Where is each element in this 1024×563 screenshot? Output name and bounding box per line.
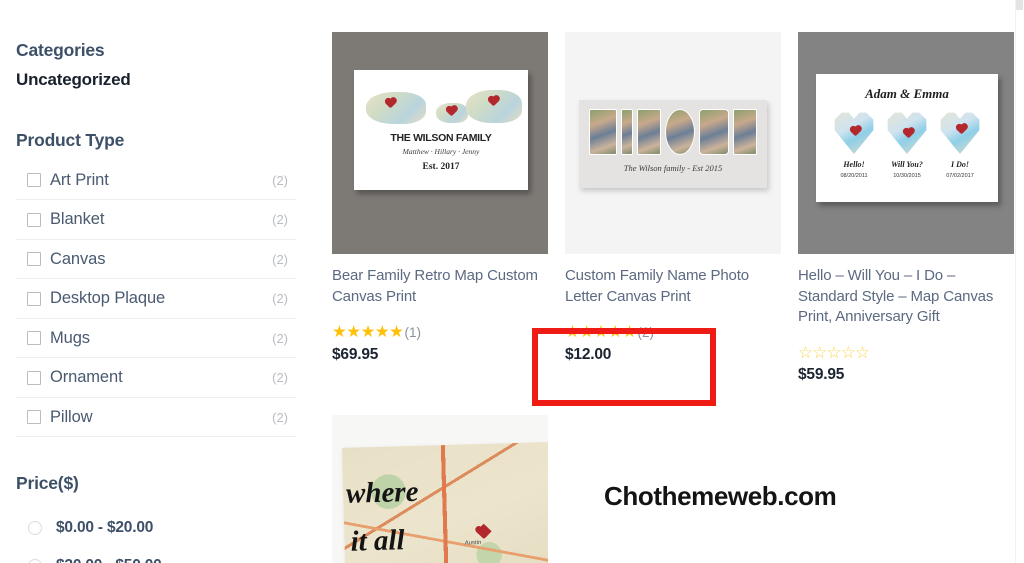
art-map-line2: it all [350,524,405,558]
price-heading: Price($) [16,473,79,494]
product-image-where-it-all-began[interactable]: Austin where it all [332,415,548,563]
art-heart1-date: 08/20/2011 [840,173,868,179]
filter-count-mugs: (2) [272,330,288,346]
filter-count-ornament: (2) [272,370,288,385]
art-line2-bear: Matthew · Hillary · Jenny [402,147,480,156]
filter-label-pillow: Pillow [50,407,93,426]
product-rating-photo-letter[interactable]: ★★★★★ (2) [565,324,781,341]
filter-label-art-print: Art Print [50,170,109,189]
filter-row-mugs[interactable]: Mugs (2) [16,319,296,359]
art-line3-bear: Est. 2017 [422,162,460,172]
product-type-filter-list: Art Print (2) Blanket (2) Canvas (2) Des… [16,161,296,438]
filter-count-art-print: (2) [272,172,288,188]
art-heart1-label: Hello! [843,160,865,169]
checkbox-desktop-plaque[interactable] [27,291,41,306]
product-card-photo-letter[interactable]: The Wilson family - Est 2015 Custom Fami… [565,32,781,384]
checkbox-art-print[interactable] [27,173,41,187]
filter-row-pillow[interactable]: Pillow (2) [16,398,296,438]
page-scrollbar[interactable] [1015,0,1024,563]
star-rating-icon: ☆☆☆☆☆ [798,343,870,362]
filter-label-mugs: Mugs [50,328,90,347]
art-caption-photo-letter: The Wilson family - Est 2015 [623,163,723,173]
checkbox-canvas[interactable] [27,252,41,266]
filter-label-blanket: Blanket [50,210,105,228]
product-row-1: THE WILSON FAMILY Matthew · Hillary · Je… [332,32,1014,384]
site-watermark: Chothemeweb.com [604,481,837,511]
rating-count-bear-family: (1) [404,325,421,340]
checkbox-blanket[interactable] [27,212,41,227]
filter-label-canvas: Canvas [50,249,106,268]
product-price-bear-family: $69.95 [332,345,379,363]
filter-row-art-print[interactable]: Art Print (2) [16,161,296,201]
product-image-photo-letter[interactable]: The Wilson family - Est 2015 [565,32,781,254]
filter-count-canvas: (2) [272,251,288,267]
product-rating-bear-family[interactable]: ★★★★★ (1) [332,324,548,341]
rating-count-photo-letter: (2) [637,325,654,340]
radio-price-0-20[interactable] [28,521,42,536]
filter-count-pillow: (2) [272,409,288,425]
product-image-hello-will-you-i-do[interactable]: Adam & Emma Hello! 08/20/2011 Will You? … [798,32,1014,254]
price-row-20-50[interactable]: $20.00 - $50.00 [16,547,296,563]
art-heart3-date: 07/02/2017 [946,173,974,179]
price-filter-list: $0.00 - $20.00 $20.00 - $50.00 [16,509,296,563]
filter-count-blanket: (2) [272,212,288,227]
art-heart3-label: I Do! [950,160,969,169]
radio-price-20-50[interactable] [28,559,42,563]
shop-archive-page: Categories Uncategorized Product Type Ar… [0,0,1024,563]
product-price-hello-will-you-i-do: $59.95 [798,366,845,383]
star-rating-icon: ★★★★★ [565,323,637,341]
art-map-line1: where [345,475,419,510]
filter-row-ornament[interactable]: Ornament (2) [16,358,296,398]
product-card-bear-family[interactable]: THE WILSON FAMILY Matthew · Hillary · Je… [332,32,548,384]
checkbox-pillow[interactable] [27,410,41,424]
filter-label-ornament: Ornament [50,368,123,386]
product-type-heading: Product Type [16,129,125,150]
filter-row-blanket[interactable]: Blanket (2) [16,200,296,240]
product-image-bear-family[interactable]: THE WILSON FAMILY Matthew · Hillary · Je… [332,32,548,254]
price-row-0-20[interactable]: $0.00 - $20.00 [16,509,296,547]
categories-heading: Categories [16,40,105,60]
art-line1-bear: THE WILSON FAMILY [390,132,492,144]
product-title-hello-will-you-i-do[interactable]: Hello – Will You – I Do – Standard Style… [798,266,1014,328]
product-price-photo-letter: $12.00 [565,345,612,363]
price-label-0-20: $0.00 - $20.00 [56,519,154,537]
filter-row-canvas[interactable]: Canvas (2) [16,240,296,280]
checkbox-mugs[interactable] [27,331,41,345]
filters-sidebar: Categories Uncategorized Product Type Ar… [0,0,312,563]
art-names-hearts: Adam & Emma [865,86,949,101]
price-label-20-50: $20.00 - $50.00 [56,557,162,563]
filter-count-desktop-plaque: (2) [272,291,288,306]
filter-label-desktop-plaque: Desktop Plaque [50,289,166,307]
category-uncategorized-link[interactable]: Uncategorized [16,70,296,90]
art-heart2-date: 10/30/2015 [893,173,921,179]
product-card-where-it-all-began[interactable]: Austin where it all [332,415,548,563]
product-rating-hello-will-you-i-do[interactable]: ☆☆☆☆☆ [798,343,1014,362]
product-title-photo-letter[interactable]: Custom Family Name Photo Letter Canvas P… [565,266,781,307]
star-rating-icon: ★★★★★ [332,323,404,341]
checkbox-ornament[interactable] [27,370,41,385]
scrollbar-thumb[interactable] [1016,0,1023,10]
filter-row-desktop-plaque[interactable]: Desktop Plaque (2) [16,279,296,319]
art-heart2-label: Will You? [891,160,923,169]
product-card-hello-will-you-i-do[interactable]: Adam & Emma Hello! 08/20/2011 Will You? … [798,32,1014,384]
product-title-bear-family[interactable]: Bear Family Retro Map Custom Canvas Prin… [332,266,548,307]
